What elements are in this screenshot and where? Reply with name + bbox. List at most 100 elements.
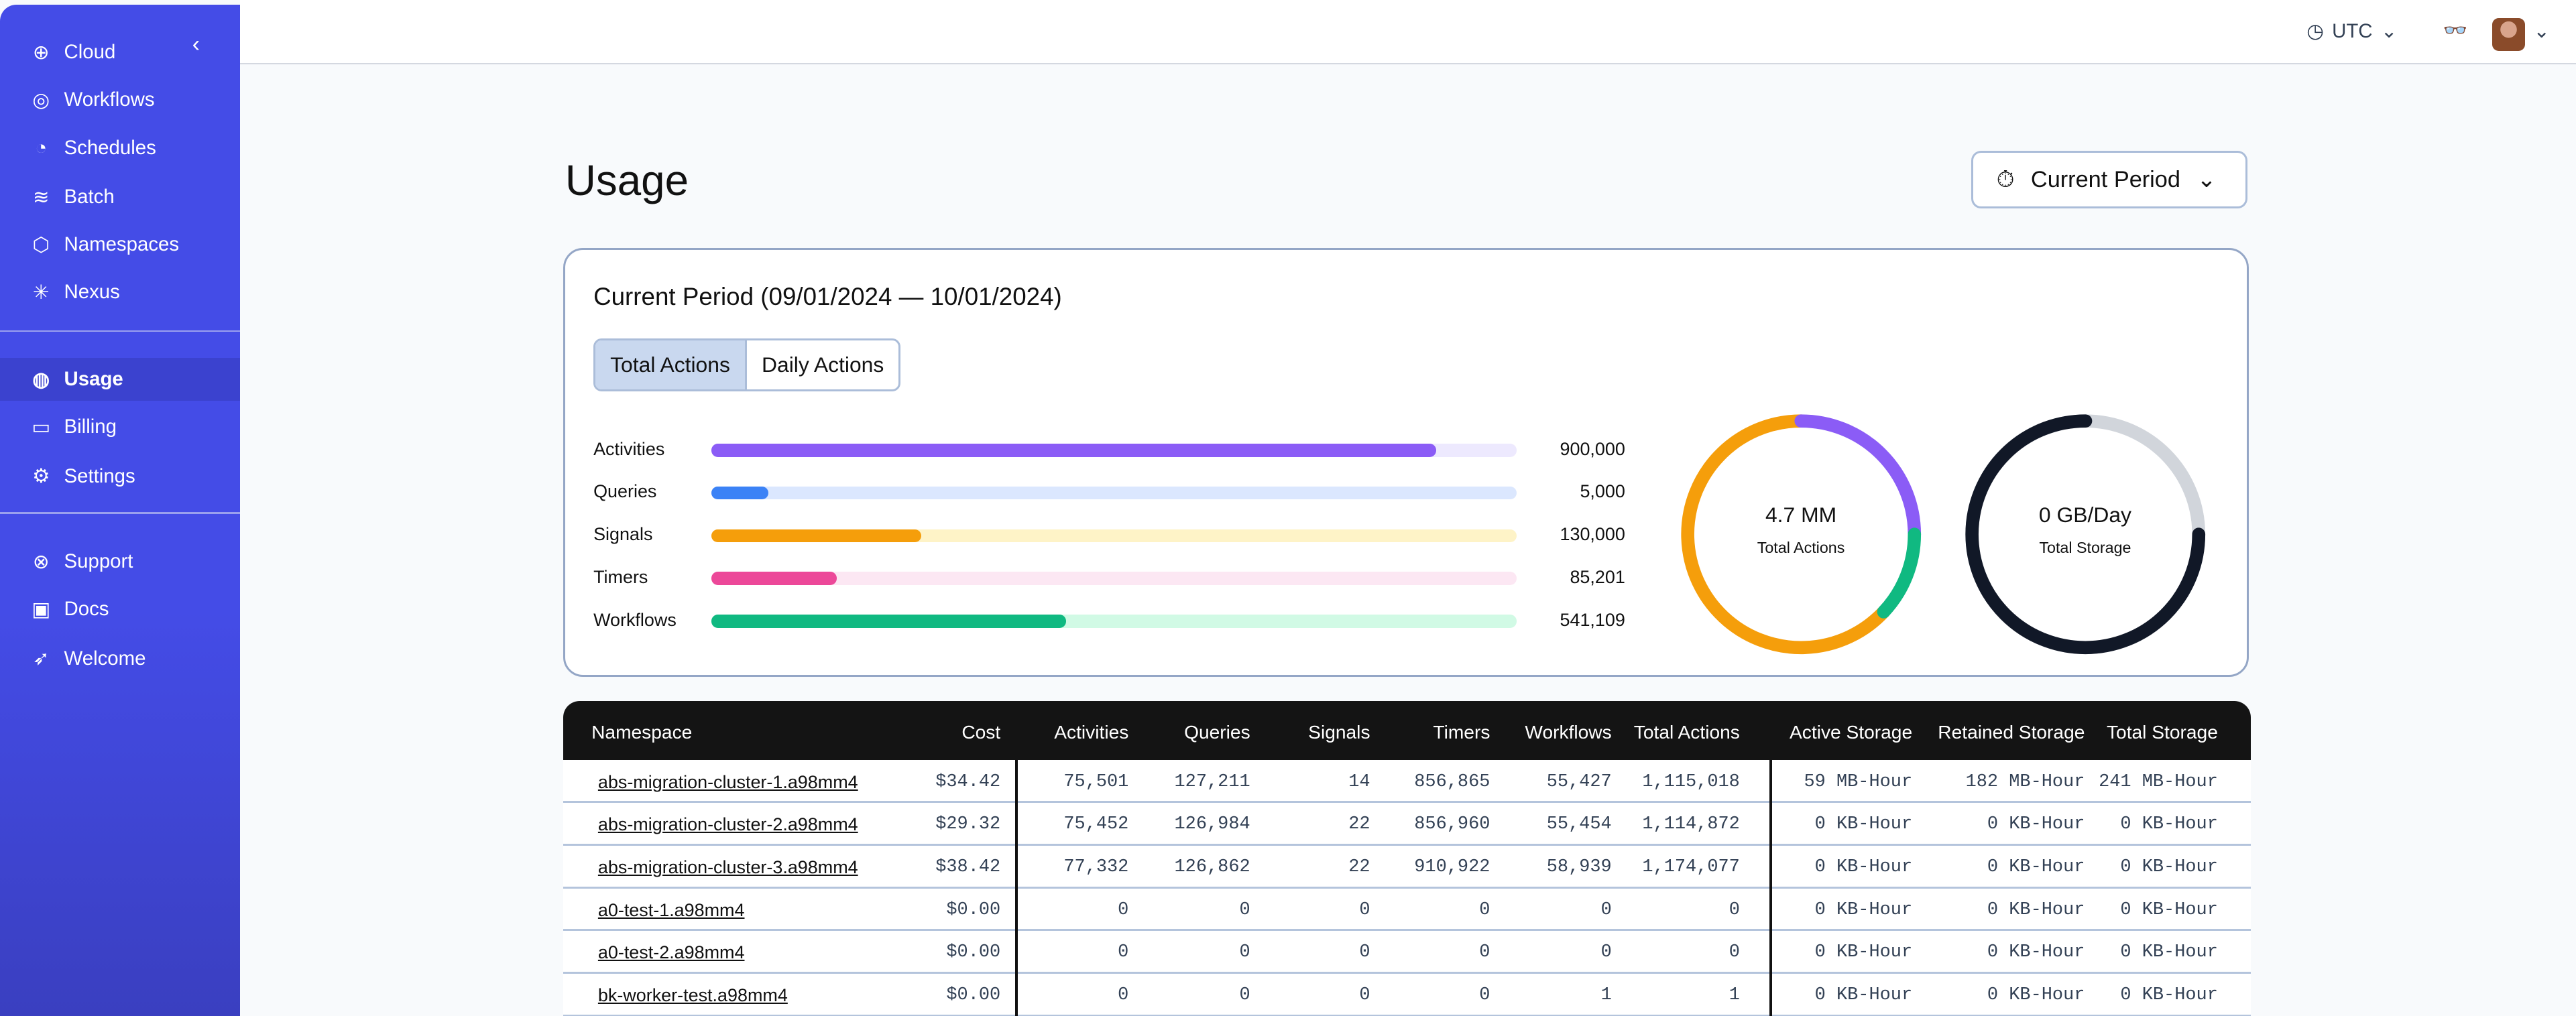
- bar-label: Queries: [593, 481, 657, 502]
- timezone-select[interactable]: ◷ UTC ⌄: [2306, 19, 2397, 43]
- namespace-link[interactable]: abs-migration-cluster-2.a98mm4: [598, 814, 858, 835]
- bar-track: [711, 572, 1517, 585]
- asterisk-icon: ✳: [32, 281, 50, 304]
- column-header-namespace[interactable]: Namespace: [591, 721, 692, 743]
- cell-workflows: 55,454: [1546, 814, 1612, 835]
- sidebar-item-docs[interactable]: ▣ Docs: [0, 588, 240, 631]
- sidebar-item-welcome[interactable]: ➶ Welcome: [0, 637, 240, 680]
- total-storage-label: Total Storage: [2039, 539, 2131, 557]
- sidebar-item-label: Usage: [64, 368, 123, 390]
- period-select-button[interactable]: ⏱ Current Period ⌄: [1971, 151, 2247, 209]
- namespace-link[interactable]: abs-migration-cluster-3.a98mm4: [598, 857, 858, 878]
- sidebar-item-batch[interactable]: ≋ Batch: [0, 176, 240, 218]
- cell-queries: 126,862: [1174, 857, 1250, 878]
- bar-track: [711, 614, 1517, 628]
- sidebar-item-settings[interactable]: ⚙ Settings: [0, 455, 240, 498]
- cell-total-actions: 1: [1729, 985, 1740, 1006]
- namespace-link[interactable]: a0-test-2.a98mm4: [598, 942, 745, 963]
- cell-retained-storage: 0 KB-Hour: [1987, 985, 2085, 1006]
- namespace-link[interactable]: abs-migration-cluster-1.a98mm4: [598, 772, 858, 793]
- column-header-queries[interactable]: Queries: [1184, 721, 1250, 743]
- bar-value: 541,109: [1560, 609, 1625, 630]
- cell-total-actions: 0: [1729, 942, 1740, 963]
- collapse-sidebar-button[interactable]: ‹: [192, 31, 200, 58]
- cell-timers: 0: [1479, 942, 1490, 963]
- actions-tab-group: Total Actions Daily Actions: [593, 338, 901, 391]
- sidebar-item-support[interactable]: ⊗ Support: [0, 540, 240, 583]
- sidebar-item-label: Settings: [64, 464, 135, 487]
- cell-retained-storage: 0 KB-Hour: [1987, 814, 2085, 835]
- bar-label: Signals: [593, 524, 653, 545]
- tab-daily-actions[interactable]: Daily Actions: [747, 340, 898, 389]
- cell-workflows: 55,427: [1546, 771, 1612, 792]
- cell-workflows: 0: [1600, 899, 1612, 920]
- sidebar-brand[interactable]: ⊕ Cloud: [0, 31, 240, 74]
- column-header-timers[interactable]: Timers: [1433, 721, 1490, 743]
- bar-label: Workflows: [593, 609, 677, 630]
- cell-total-actions: 1,115,018: [1642, 771, 1740, 792]
- table-row: a0-test-1.a98mm4 $0.00 0 0 0 0 0 0 0 KB-Hour 0 KB…: [563, 889, 2251, 932]
- cell-retained-storage: 0 KB-Hour: [1987, 942, 2085, 963]
- sidebar-item-schedules[interactable]: ◔ Schedules: [0, 127, 240, 170]
- sidebar-item-workflows[interactable]: ◎ Workflows: [0, 79, 240, 122]
- tab-total-actions[interactable]: Total Actions: [595, 340, 747, 389]
- sidebar-item-label: Schedules: [64, 136, 156, 159]
- clock-icon: ◷: [2306, 20, 2324, 43]
- cell-queries: 127,211: [1174, 771, 1250, 792]
- cell-signals: 0: [1359, 899, 1370, 920]
- usage-bar-timers: Timers 85,201: [593, 567, 1625, 590]
- sidebar-item-namespaces[interactable]: ⬡ Namespaces: [0, 223, 240, 266]
- divider: [0, 330, 240, 332]
- column-header-activities[interactable]: Activities: [1054, 721, 1128, 743]
- cell-cost: $0.00: [946, 899, 1001, 920]
- cell-workflows: 1: [1600, 985, 1612, 1006]
- cell-cost: $38.42: [935, 857, 1001, 878]
- cell-timers: 910,922: [1414, 857, 1490, 878]
- sidebar: ⊕ Cloud ‹ ◎ Workflows ◔ Schedules ≋ Batch ⬡ Name…: [0, 5, 240, 1016]
- cell-cost: $0.00: [946, 942, 1001, 963]
- column-header-total-actions[interactable]: Total Actions: [1634, 721, 1740, 743]
- cell-cost: $34.42: [935, 771, 1001, 792]
- sidebar-item-nexus[interactable]: ✳ Nexus: [0, 271, 240, 314]
- bar-fill: [711, 444, 1437, 457]
- namespace-link[interactable]: bk-worker-test.a98mm4: [598, 985, 788, 1006]
- column-header-active-storage[interactable]: Active Storage: [1790, 721, 1912, 743]
- sidebar-item-billing[interactable]: ▭ Billing: [0, 405, 240, 448]
- schedules-icon: ◔: [35, 136, 48, 159]
- sidebar-item-label: Welcome: [64, 647, 146, 670]
- usage-bar-workflows: Workflows 541,109: [593, 610, 1625, 633]
- column-header-signals[interactable]: Signals: [1308, 721, 1370, 743]
- bar-value: 130,000: [1560, 524, 1625, 545]
- column-divider: [1015, 760, 1018, 1016]
- data-encoder-glasses-icon[interactable]: 👓: [2443, 19, 2468, 42]
- sidebar-item-label: Batch: [64, 186, 115, 208]
- column-header-workflows[interactable]: Workflows: [1525, 721, 1611, 743]
- cloud-icon: ⊕: [32, 41, 50, 64]
- avatar[interactable]: [2492, 17, 2526, 51]
- cell-queries: 0: [1239, 899, 1250, 920]
- cell-total-storage: 0 KB-Hour: [2120, 857, 2218, 878]
- cell-total-storage: 0 KB-Hour: [2120, 942, 2218, 963]
- table-row: abs-migration-cluster-2.a98mm4 $29.32 75,4…: [563, 803, 2251, 846]
- sidebar-item-label: Nexus: [64, 281, 120, 304]
- cell-signals: 22: [1348, 857, 1370, 878]
- user-menu-chevron-down-icon[interactable]: ⌄: [2533, 19, 2550, 43]
- cell-active-storage: 0 KB-Hour: [1814, 985, 1913, 1006]
- cell-timers: 856,960: [1414, 814, 1490, 835]
- bar-track: [711, 529, 1517, 543]
- bar-track: [711, 444, 1517, 457]
- cell-active-storage: 0 KB-Hour: [1814, 899, 1913, 920]
- namespace-link[interactable]: a0-test-1.a98mm4: [598, 900, 745, 921]
- cell-active-storage: 59 MB-Hour: [1804, 771, 1913, 792]
- chevron-down-icon: ⌄: [2380, 20, 2398, 43]
- cell-total-storage: 0 KB-Hour: [2120, 899, 2218, 920]
- column-header-retained-storage[interactable]: Retained Storage: [1938, 721, 2085, 743]
- column-header-total-storage[interactable]: Total Storage: [2107, 721, 2218, 743]
- sidebar-item-usage[interactable]: ◍ Usage: [0, 358, 240, 401]
- column-header-cost[interactable]: Cost: [961, 721, 1000, 743]
- usage-table: Namespace Cost Activities Queries Signals Tim…: [563, 701, 2251, 1016]
- total-storage-donut: 0 GB/Day Total Storage: [1960, 409, 2210, 659]
- sidebar-item-label: Workflows: [64, 88, 155, 111]
- usage-bar-activities: Activities 900,000: [593, 439, 1625, 462]
- bar-label: Timers: [593, 566, 648, 587]
